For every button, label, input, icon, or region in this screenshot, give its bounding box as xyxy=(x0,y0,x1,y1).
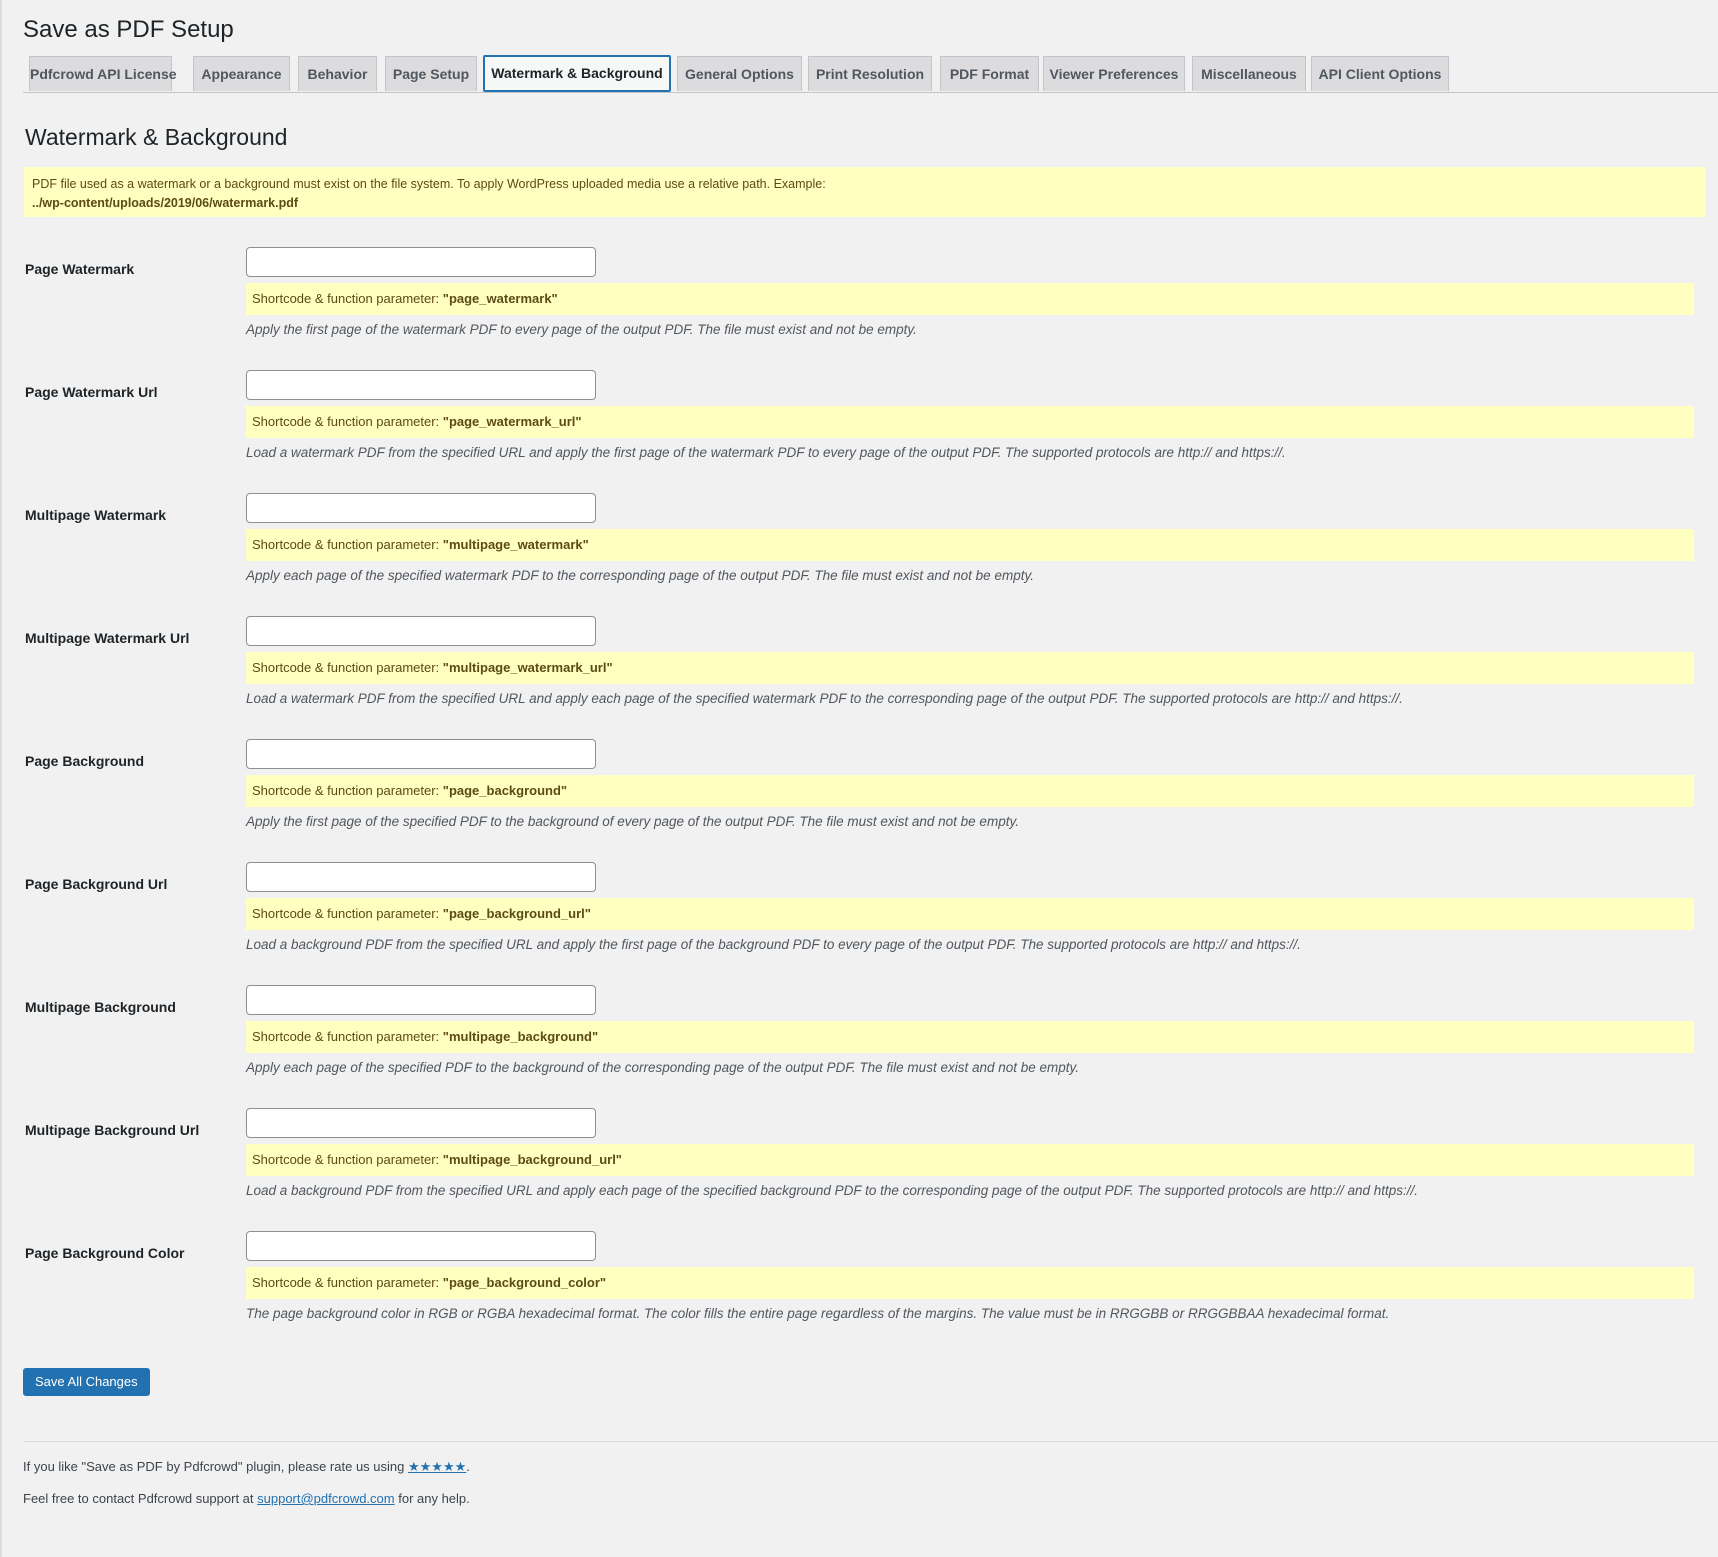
shortcode-prefix: Shortcode & function parameter: xyxy=(252,1029,443,1044)
field-row-multipage-watermark-url: Multipage Watermark Url Shortcode & func… xyxy=(0,615,1718,738)
page-title: Save as PDF Setup xyxy=(23,16,234,43)
shortcode-param: "multipage_watermark_url" xyxy=(442,660,613,675)
tab-pdfcrowd-api-license[interactable]: Pdfcrowd API License xyxy=(29,56,177,91)
footer-rate-text: If you like "Save as PDF by Pdfcrowd" pl… xyxy=(23,1459,408,1474)
field-description: Apply each page of the specified waterma… xyxy=(246,568,1034,583)
tab-page-setup[interactable]: Page Setup xyxy=(385,56,477,91)
shortcode-prefix: Shortcode & function parameter: xyxy=(252,660,443,675)
shortcode-param: "multipage_background" xyxy=(442,1029,599,1044)
tab-watermark-background[interactable]: Watermark & Background xyxy=(483,55,671,92)
shortcode-hint: Shortcode & function parameter: "page_ba… xyxy=(246,898,1694,930)
footer-rate-line: If you like "Save as PDF by Pdfcrowd" pl… xyxy=(23,1458,470,1476)
multipage-background-input[interactable] xyxy=(246,985,596,1015)
shortcode-param: "multipage_background_url" xyxy=(442,1152,622,1167)
support-email-link[interactable]: support@pdfcrowd.com xyxy=(257,1491,394,1506)
field-row-page-background-color: Page Background Color Shortcode & functi… xyxy=(0,1230,1718,1353)
shortcode-hint: Shortcode & function parameter: "page_ba… xyxy=(246,775,1694,807)
footer-contact-line: Feel free to contact Pdfcrowd support at… xyxy=(23,1490,470,1508)
shortcode-hint: Shortcode & function parameter: "multipa… xyxy=(246,1021,1694,1053)
multipage-watermark-url-input[interactable] xyxy=(246,616,596,646)
field-label: Multipage Watermark Url xyxy=(25,630,190,646)
field-label: Page Background xyxy=(25,753,145,769)
shortcode-param: "multipage_watermark" xyxy=(442,537,589,552)
field-label: Page Background Url xyxy=(25,876,168,892)
info-notice: PDF file used as a watermark or a backgr… xyxy=(24,167,1706,217)
field-description: Load a background PDF from the specified… xyxy=(246,1183,1418,1198)
shortcode-hint: Shortcode & function parameter: "multipa… xyxy=(246,529,1694,561)
page-watermark-input[interactable] xyxy=(246,247,596,277)
shortcode-hint: Shortcode & function parameter: "multipa… xyxy=(246,652,1694,684)
notice-text: PDF file used as a watermark or a backgr… xyxy=(32,177,826,191)
shortcode-param: "page_watermark" xyxy=(442,291,558,306)
multipage-watermark-input[interactable] xyxy=(246,493,596,523)
tab-behavior[interactable]: Behavior xyxy=(298,56,377,91)
field-label: Multipage Background xyxy=(25,999,176,1015)
page-background-url-input[interactable] xyxy=(246,862,596,892)
field-label: Page Watermark xyxy=(25,261,135,277)
save-all-changes-button[interactable]: Save All Changes xyxy=(23,1368,150,1396)
notice-example-path: ../wp-content/uploads/2019/06/watermark.… xyxy=(32,196,299,210)
footer-contact-suffix: for any help. xyxy=(394,1491,470,1506)
page-background-input[interactable] xyxy=(246,739,596,769)
tab-miscellaneous[interactable]: Miscellaneous xyxy=(1192,56,1306,91)
shortcode-prefix: Shortcode & function parameter: xyxy=(252,1152,443,1167)
field-description: Load a watermark PDF from the specified … xyxy=(246,691,1403,706)
page-watermark-url-input[interactable] xyxy=(246,370,596,400)
tab-viewer-preferences[interactable]: Viewer Preferences xyxy=(1043,56,1185,91)
field-row-multipage-watermark: Multipage Watermark Shortcode & function… xyxy=(0,492,1718,615)
field-description: Apply each page of the specified PDF to … xyxy=(246,1060,1080,1075)
shortcode-hint: Shortcode & function parameter: "page_wa… xyxy=(246,406,1694,438)
shortcode-prefix: Shortcode & function parameter: xyxy=(252,414,443,429)
field-row-page-watermark-url: Page Watermark Url Shortcode & function … xyxy=(0,369,1718,492)
shortcode-prefix: Shortcode & function parameter: xyxy=(252,783,443,798)
field-description: Apply the first page of the specified PD… xyxy=(246,814,1019,829)
shortcode-prefix: Shortcode & function parameter: xyxy=(252,291,443,306)
field-label: Multipage Watermark xyxy=(25,507,167,523)
field-row-multipage-background: Multipage Background Shortcode & functio… xyxy=(0,984,1718,1107)
tab-appearance[interactable]: Appearance xyxy=(193,56,290,91)
shortcode-hint: Shortcode & function parameter: "page_ba… xyxy=(246,1267,1694,1299)
field-row-page-watermark: Page Watermark Shortcode & function para… xyxy=(0,246,1718,369)
field-row-page-background-url: Page Background Url Shortcode & function… xyxy=(0,861,1718,984)
footer-divider xyxy=(23,1441,1718,1442)
shortcode-prefix: Shortcode & function parameter: xyxy=(252,1275,443,1290)
tab-print-resolution[interactable]: Print Resolution xyxy=(808,56,932,91)
field-description: Load a watermark PDF from the specified … xyxy=(246,445,1286,460)
shortcode-param: "page_background_color" xyxy=(442,1275,607,1290)
settings-tab-bar: Pdfcrowd API License Appearance Behavior… xyxy=(23,55,1718,93)
field-label: Page Watermark Url xyxy=(25,384,158,400)
section-title: Watermark & Background xyxy=(25,124,288,150)
tab-pdf-format[interactable]: PDF Format xyxy=(940,56,1039,91)
shortcode-prefix: Shortcode & function parameter: xyxy=(252,906,443,921)
field-label: Page Background Color xyxy=(25,1245,185,1261)
shortcode-hint: Shortcode & function parameter: "page_wa… xyxy=(246,283,1694,315)
rating-stars-link[interactable]: ★★★★★ xyxy=(408,1459,466,1474)
tab-api-client-options[interactable]: API Client Options xyxy=(1311,56,1449,91)
shortcode-param: "page_watermark_url" xyxy=(442,414,582,429)
page-background-color-input[interactable] xyxy=(246,1231,596,1261)
footer-contact-text: Feel free to contact Pdfcrowd support at xyxy=(23,1491,258,1506)
settings-page: Save as PDF Setup Pdfcrowd API License A… xyxy=(0,0,1718,1557)
field-row-page-background: Page Background Shortcode & function par… xyxy=(0,738,1718,861)
shortcode-param: "page_background_url" xyxy=(442,906,591,921)
shortcode-param: "page_background" xyxy=(442,783,568,798)
field-description: Apply the first page of the watermark PD… xyxy=(246,322,917,337)
field-row-multipage-background-url: Multipage Background Url Shortcode & fun… xyxy=(0,1107,1718,1230)
shortcode-prefix: Shortcode & function parameter: xyxy=(252,537,443,552)
shortcode-hint: Shortcode & function parameter: "multipa… xyxy=(246,1144,1694,1176)
field-label: Multipage Background Url xyxy=(25,1122,200,1138)
footer-rate-suffix: . xyxy=(466,1459,470,1474)
multipage-background-url-input[interactable] xyxy=(246,1108,596,1138)
field-description: Load a background PDF from the specified… xyxy=(246,937,1301,952)
field-description: The page background color in RGB or RGBA… xyxy=(246,1306,1390,1321)
tab-general-options[interactable]: General Options xyxy=(677,56,802,91)
